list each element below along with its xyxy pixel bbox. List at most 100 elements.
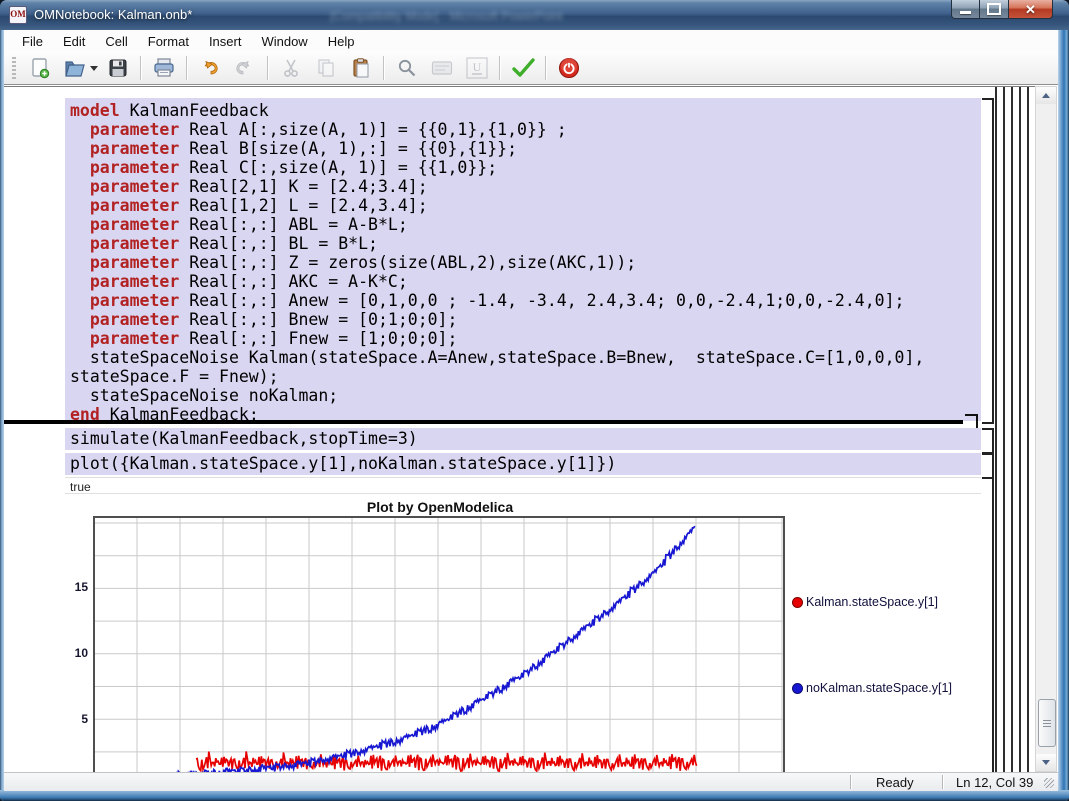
code-line: parameter Real[:,:] Z = zeros(size(ABL,2… [70, 253, 981, 272]
cut-button[interactable] [277, 55, 304, 81]
code-line: parameter Real[2,1] K = [2.4;3.4]; [70, 177, 981, 196]
statusbar-separator [850, 775, 851, 789]
close-icon: ✕ [1025, 1, 1036, 18]
window-border-right [1058, 30, 1069, 801]
new-document-icon [29, 57, 51, 79]
legend-dot-icon [792, 597, 803, 608]
vertical-scrollbar[interactable] [1035, 86, 1057, 772]
copy-icon [315, 57, 337, 79]
title-bar[interactable]: OM OMNotebook: Kalman.onb* [Compatibilit… [0, 0, 1069, 31]
scroll-up-button[interactable] [1036, 87, 1056, 104]
plot-cell-bracket[interactable] [982, 453, 994, 479]
menu-help[interactable]: Help [318, 32, 365, 51]
group-bracket-line [1011, 87, 1013, 773]
output-cell-true[interactable]: true [65, 477, 981, 494]
code-line: parameter Real[:,:] ABL = A-B*L; [70, 215, 981, 234]
window-border-bottom [0, 790, 1069, 801]
toolbar-grip[interactable] [12, 57, 16, 79]
group-bracket-line [1003, 87, 1005, 773]
window-title: OMNotebook: Kalman.onb* [34, 7, 192, 22]
toolbar-separator [140, 56, 141, 80]
paste-button[interactable] [347, 55, 374, 81]
code-line: stateSpace.F = Fnew); [70, 367, 981, 386]
cell-cursor-divider[interactable] [4, 420, 963, 424]
scrollbar-thumb[interactable] [1038, 699, 1056, 747]
underline-icon: U [465, 56, 489, 80]
legend-item-nokalman: noKalman.stateSpace.y[1] [792, 681, 952, 695]
legend-label: Kalman.stateSpace.y[1] [806, 595, 938, 609]
power-icon [557, 56, 581, 80]
code-line: parameter Real[:,:] Anew = [0,1,0,0 ; -1… [70, 291, 981, 310]
redo-icon [233, 57, 256, 79]
print-button[interactable] [150, 55, 177, 81]
copy-button[interactable] [312, 55, 339, 81]
output-group-bracket[interactable] [982, 477, 994, 773]
evaluate-button[interactable] [509, 55, 536, 81]
toolbar: U [4, 52, 1058, 85]
code-cell-bracket[interactable] [982, 98, 994, 424]
menu-edit[interactable]: Edit [53, 32, 95, 51]
image-format-button[interactable] [428, 55, 455, 81]
group-bracket-line [1019, 87, 1021, 773]
group-bracket-line [1027, 87, 1029, 773]
open-dropdown-icon[interactable] [90, 66, 98, 71]
arrow-down-icon [1042, 760, 1050, 765]
statusbar-separator [942, 775, 943, 789]
legend-label: noKalman.stateSpace.y[1] [806, 681, 952, 695]
evaluate-check-icon [510, 56, 536, 80]
underline-button[interactable]: U [463, 55, 490, 81]
print-icon [152, 57, 176, 79]
maximize-button[interactable] [980, 0, 1008, 19]
toolbar-separator [545, 56, 546, 80]
save-button[interactable] [104, 55, 131, 81]
simulate-command-cell[interactable]: simulate(KalmanFeedback,stopTime=3) [65, 428, 981, 450]
minimize-icon [960, 11, 971, 14]
redo-button[interactable] [231, 55, 258, 81]
search-icon [396, 57, 418, 79]
cut-scissors-icon [280, 57, 302, 79]
save-icon [107, 57, 129, 79]
undo-icon [198, 57, 221, 79]
toolbar-separator [267, 56, 268, 80]
model-code-cell[interactable]: model KalmanFeedback parameter Real A[:,… [65, 98, 981, 421]
open-button[interactable] [61, 55, 88, 81]
background-window-title: [Compatibility Mode] - Microsoft PowerPo… [330, 9, 710, 23]
undo-button[interactable] [196, 55, 223, 81]
simulate-cell-bracket[interactable] [982, 428, 994, 454]
code-line: model KalmanFeedback [70, 101, 981, 120]
series-nokalman-statespace-y-1- [175, 526, 695, 773]
group-bracket-line [995, 87, 997, 773]
menu-insert[interactable]: Insert [199, 32, 252, 51]
toolbar-separator [383, 56, 384, 80]
scroll-down-button[interactable] [1036, 754, 1056, 771]
open-folder-icon [63, 57, 87, 79]
menu-window[interactable]: Window [251, 32, 317, 51]
plot-canvas [95, 518, 783, 773]
y-tick-15: 15 [62, 580, 88, 594]
notebook-viewport[interactable]: model KalmanFeedback parameter Real A[:,… [4, 86, 1035, 773]
y-tick-10: 10 [62, 646, 88, 660]
menu-file[interactable]: File [12, 32, 53, 51]
code-line: parameter Real[:,:] Bnew = [0;1;0;0]; [70, 310, 981, 329]
minimize-button[interactable] [951, 0, 980, 19]
new-document-button[interactable] [26, 55, 53, 81]
resize-grip[interactable] [1044, 778, 1054, 788]
menu-format[interactable]: Format [138, 32, 199, 51]
status-bar: Ready Ln 12, Col 39 [4, 772, 1058, 791]
code-line: stateSpaceNoise Kalman(stateSpace.A=Anew… [70, 348, 981, 367]
y-tick-5: 5 [62, 712, 88, 726]
status-ready: Ready [876, 775, 914, 790]
code-line: parameter Real B[size(A, 1),:] = {{0},{1… [70, 139, 981, 158]
menu-cell[interactable]: Cell [95, 32, 137, 51]
close-button[interactable]: ✕ [1008, 0, 1053, 19]
toolbar-separator [499, 56, 500, 80]
search-button[interactable] [393, 55, 420, 81]
arrow-up-icon [1042, 93, 1050, 98]
legend-dot-icon [792, 683, 803, 694]
code-line: parameter Real[:,:] AKC = A-K*C; [70, 272, 981, 291]
stop-button[interactable] [555, 55, 582, 81]
code-line: parameter Real A[:,size(A, 1)] = {{0,1},… [70, 120, 981, 139]
paste-clipboard-icon [350, 57, 372, 79]
plot-command-cell[interactable]: plot({Kalman.stateSpace.y[1],noKalman.st… [65, 453, 981, 475]
code-line: parameter Real[:,:] BL = B*L; [70, 234, 981, 253]
